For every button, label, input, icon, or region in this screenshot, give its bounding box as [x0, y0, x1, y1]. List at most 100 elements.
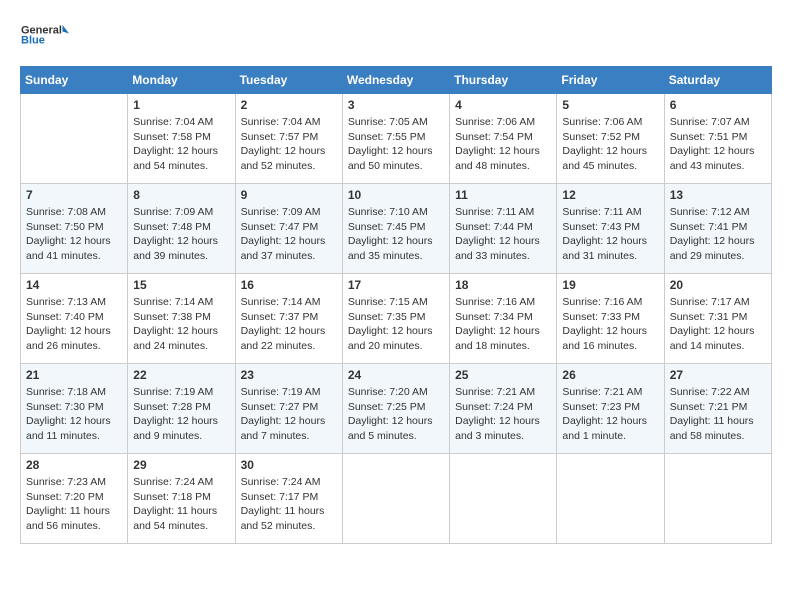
- day-info: Sunrise: 7:17 AMSunset: 7:31 PMDaylight:…: [670, 295, 766, 354]
- week-row-4: 21Sunrise: 7:18 AMSunset: 7:30 PMDayligh…: [21, 364, 772, 454]
- day-number: 15: [133, 278, 229, 292]
- weekday-header-saturday: Saturday: [664, 67, 771, 94]
- week-row-2: 7 Sunrise: 7:08 AMSunset: 7:50 PMDaylight…: [21, 184, 772, 274]
- day-info: Sunrise: 7:14 AMSunset: 7:38 PMDaylight:…: [133, 295, 229, 354]
- day-number: 9: [241, 188, 337, 202]
- day-number: 8: [133, 188, 229, 202]
- calendar-cell: 17 Sunrise: 7:15 AMSunset: 7:35 PMDayligh…: [342, 274, 449, 364]
- calendar-cell: 15 Sunrise: 7:14 AMSunset: 7:38 PMDayligh…: [128, 274, 235, 364]
- day-number: 20: [670, 278, 766, 292]
- calendar-cell: 26 Sunrise: 7:21 AMSunset: 7:23 PMDayligh…: [557, 364, 664, 454]
- calendar-cell: 30 Sunrise: 7:24 AMSunset: 7:17 PMDayligh…: [235, 454, 342, 544]
- day-info: Sunrise: 7:11 AMSunset: 7:44 PMDaylight:…: [455, 205, 551, 264]
- day-number: 1: [133, 98, 229, 112]
- day-info: Sunrise: 7:08 AMSunset: 7:50 PMDaylight:…: [26, 205, 122, 264]
- day-info: Sunrise: 7:21 AMSunset: 7:23 PMDaylight:…: [562, 385, 658, 444]
- calendar-cell: 27 Sunrise: 7:22 AMSunset: 7:21 PMDayligh…: [664, 364, 771, 454]
- day-number: 25: [455, 368, 551, 382]
- day-number: 26: [562, 368, 658, 382]
- day-info: Sunrise: 7:12 AMSunset: 7:41 PMDaylight:…: [670, 205, 766, 264]
- calendar-cell: 10 Sunrise: 7:10 AMSunset: 7:45 PMDayligh…: [342, 184, 449, 274]
- calendar-cell: 11 Sunrise: 7:11 AMSunset: 7:44 PMDayligh…: [450, 184, 557, 274]
- day-number: 17: [348, 278, 444, 292]
- day-info: Sunrise: 7:22 AMSunset: 7:21 PMDaylight:…: [670, 385, 766, 444]
- day-number: 12: [562, 188, 658, 202]
- day-number: 28: [26, 458, 122, 472]
- day-info: Sunrise: 7:10 AMSunset: 7:45 PMDaylight:…: [348, 205, 444, 264]
- day-info: Sunrise: 7:11 AMSunset: 7:43 PMDaylight:…: [562, 205, 658, 264]
- day-info: Sunrise: 7:21 AMSunset: 7:24 PMDaylight:…: [455, 385, 551, 444]
- day-info: Sunrise: 7:14 AMSunset: 7:37 PMDaylight:…: [241, 295, 337, 354]
- weekday-header-sunday: Sunday: [21, 67, 128, 94]
- calendar-cell: 28 Sunrise: 7:23 AMSunset: 7:20 PMDayligh…: [21, 454, 128, 544]
- day-number: 23: [241, 368, 337, 382]
- day-info: Sunrise: 7:09 AMSunset: 7:47 PMDaylight:…: [241, 205, 337, 264]
- calendar-cell: 24 Sunrise: 7:20 AMSunset: 7:25 PMDayligh…: [342, 364, 449, 454]
- weekday-header-tuesday: Tuesday: [235, 67, 342, 94]
- calendar-cell: [21, 94, 128, 184]
- day-number: 6: [670, 98, 766, 112]
- week-row-1: 1 Sunrise: 7:04 AMSunset: 7:58 PMDaylight…: [21, 94, 772, 184]
- day-number: 7: [26, 188, 122, 202]
- week-row-3: 14 Sunrise: 7:13 AMSunset: 7:40 PMDayligh…: [21, 274, 772, 364]
- logo-svg: General Blue: [20, 16, 70, 54]
- day-info: Sunrise: 7:19 AMSunset: 7:28 PMDaylight:…: [133, 385, 229, 444]
- day-info: Sunrise: 7:15 AMSunset: 7:35 PMDaylight:…: [348, 295, 444, 354]
- weekday-header-row: SundayMondayTuesdayWednesdayThursdayFrid…: [21, 67, 772, 94]
- day-number: 24: [348, 368, 444, 382]
- day-number: 27: [670, 368, 766, 382]
- day-number: 4: [455, 98, 551, 112]
- day-number: 10: [348, 188, 444, 202]
- day-number: 30: [241, 458, 337, 472]
- day-number: 18: [455, 278, 551, 292]
- calendar-cell: 29Sunrise: 7:24 AMSunset: 7:18 PMDayligh…: [128, 454, 235, 544]
- day-info: Sunrise: 7:07 AMSunset: 7:51 PMDaylight:…: [670, 115, 766, 174]
- calendar-cell: 4 Sunrise: 7:06 AMSunset: 7:54 PMDaylight…: [450, 94, 557, 184]
- calendar-cell: 9 Sunrise: 7:09 AMSunset: 7:47 PMDaylight…: [235, 184, 342, 274]
- day-number: 2: [241, 98, 337, 112]
- day-info: Sunrise: 7:24 AMSunset: 7:18 PMDaylight:…: [133, 475, 229, 534]
- calendar-cell: 20 Sunrise: 7:17 AMSunset: 7:31 PMDayligh…: [664, 274, 771, 364]
- calendar-cell: 7 Sunrise: 7:08 AMSunset: 7:50 PMDaylight…: [21, 184, 128, 274]
- calendar-cell: [342, 454, 449, 544]
- day-number: 19: [562, 278, 658, 292]
- calendar-cell: [450, 454, 557, 544]
- calendar-cell: 1 Sunrise: 7:04 AMSunset: 7:58 PMDaylight…: [128, 94, 235, 184]
- calendar-table: SundayMondayTuesdayWednesdayThursdayFrid…: [20, 66, 772, 544]
- calendar-cell: 5 Sunrise: 7:06 AMSunset: 7:52 PMDaylight…: [557, 94, 664, 184]
- day-info: Sunrise: 7:09 AMSunset: 7:48 PMDaylight:…: [133, 205, 229, 264]
- calendar-cell: 18Sunrise: 7:16 AMSunset: 7:34 PMDayligh…: [450, 274, 557, 364]
- header: General Blue: [20, 16, 772, 54]
- day-number: 21: [26, 368, 122, 382]
- svg-text:Blue: Blue: [21, 35, 45, 47]
- day-number: 5: [562, 98, 658, 112]
- calendar-cell: 19 Sunrise: 7:16 AMSunset: 7:33 PMDayligh…: [557, 274, 664, 364]
- week-row-5: 28 Sunrise: 7:23 AMSunset: 7:20 PMDayligh…: [21, 454, 772, 544]
- day-info: Sunrise: 7:06 AMSunset: 7:54 PMDaylight:…: [455, 115, 551, 174]
- day-info: Sunrise: 7:04 AMSunset: 7:57 PMDaylight:…: [241, 115, 337, 174]
- day-info: Sunrise: 7:20 AMSunset: 7:25 PMDaylight:…: [348, 385, 444, 444]
- calendar-cell: 2 Sunrise: 7:04 AMSunset: 7:57 PMDaylight…: [235, 94, 342, 184]
- weekday-header-wednesday: Wednesday: [342, 67, 449, 94]
- calendar-cell: [557, 454, 664, 544]
- weekday-header-friday: Friday: [557, 67, 664, 94]
- calendar-header: SundayMondayTuesdayWednesdayThursdayFrid…: [21, 67, 772, 94]
- day-info: Sunrise: 7:24 AMSunset: 7:17 PMDaylight:…: [241, 475, 337, 534]
- day-number: 11: [455, 188, 551, 202]
- day-info: Sunrise: 7:16 AMSunset: 7:33 PMDaylight:…: [562, 295, 658, 354]
- calendar-cell: 14 Sunrise: 7:13 AMSunset: 7:40 PMDayligh…: [21, 274, 128, 364]
- day-info: Sunrise: 7:05 AMSunset: 7:55 PMDaylight:…: [348, 115, 444, 174]
- day-info: Sunrise: 7:04 AMSunset: 7:58 PMDaylight:…: [133, 115, 229, 174]
- calendar-cell: 12 Sunrise: 7:11 AMSunset: 7:43 PMDayligh…: [557, 184, 664, 274]
- day-info: Sunrise: 7:19 AMSunset: 7:27 PMDaylight:…: [241, 385, 337, 444]
- day-info: Sunrise: 7:13 AMSunset: 7:40 PMDaylight:…: [26, 295, 122, 354]
- calendar-body: 1 Sunrise: 7:04 AMSunset: 7:58 PMDaylight…: [21, 94, 772, 544]
- weekday-header-thursday: Thursday: [450, 67, 557, 94]
- calendar-cell: [664, 454, 771, 544]
- calendar-cell: 22Sunrise: 7:19 AMSunset: 7:28 PMDayligh…: [128, 364, 235, 454]
- day-info: Sunrise: 7:06 AMSunset: 7:52 PMDaylight:…: [562, 115, 658, 174]
- day-info: Sunrise: 7:23 AMSunset: 7:20 PMDaylight:…: [26, 475, 122, 534]
- calendar-cell: 21Sunrise: 7:18 AMSunset: 7:30 PMDayligh…: [21, 364, 128, 454]
- day-number: 14: [26, 278, 122, 292]
- calendar-cell: 3Sunrise: 7:05 AMSunset: 7:55 PMDaylight…: [342, 94, 449, 184]
